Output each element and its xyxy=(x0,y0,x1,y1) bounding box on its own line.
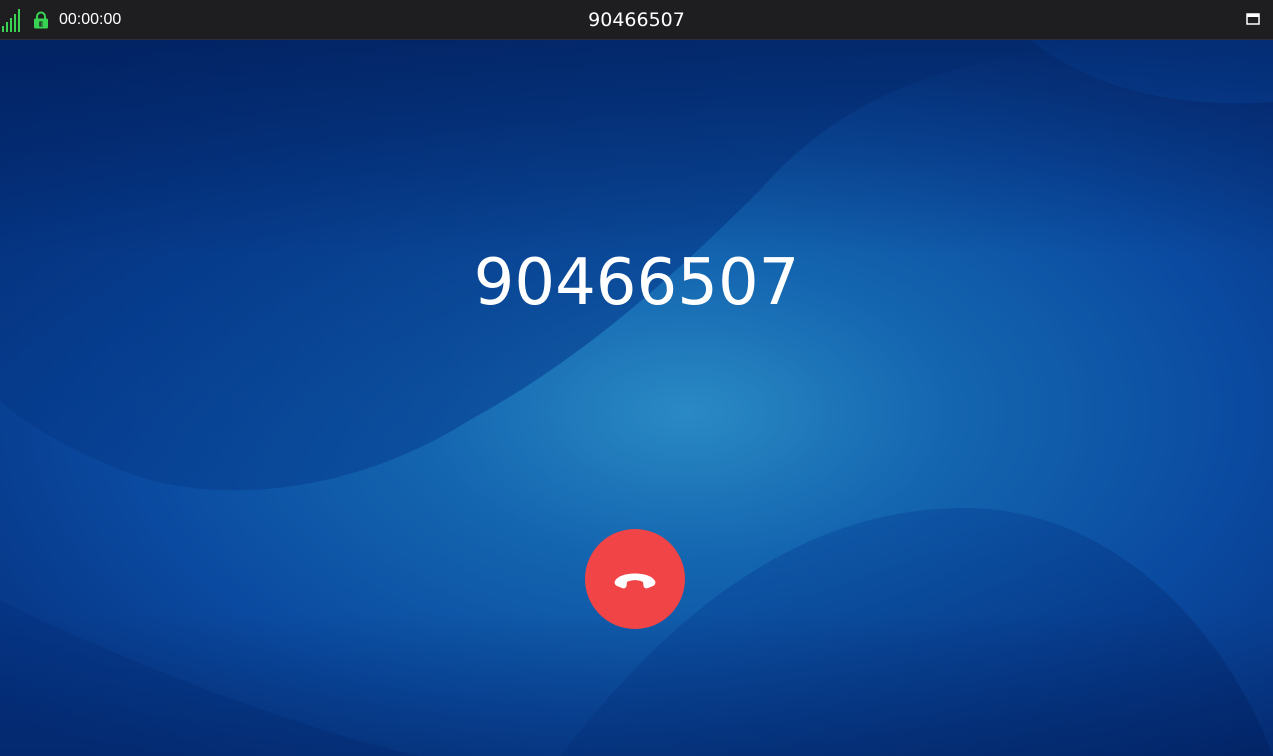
caller-number: 90466507 xyxy=(473,246,800,320)
title-bar: E 00:00:00 90466507 xyxy=(0,0,1273,40)
phone-hangup-icon xyxy=(614,573,656,589)
call-screen: 90466507 xyxy=(0,40,1273,756)
call-window: E 00:00:00 90466507 90466507 xyxy=(0,0,1273,756)
hangup-button[interactable] xyxy=(585,529,685,629)
background-waves xyxy=(0,40,1273,756)
maximize-window-icon[interactable] xyxy=(1246,13,1260,25)
window-title: 90466507 xyxy=(588,9,685,31)
